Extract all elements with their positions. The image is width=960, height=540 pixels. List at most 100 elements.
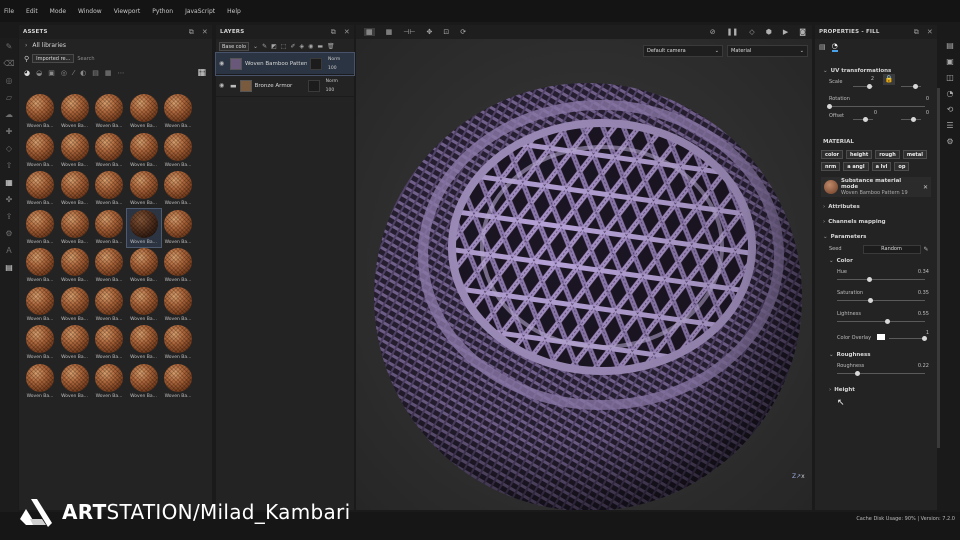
3d-view-icon[interactable]: ⬢ <box>766 28 772 36</box>
alphas-filter-icon[interactable]: ◐ <box>80 69 86 77</box>
roughness-slider[interactable] <box>837 371 925 376</box>
add-folder-icon[interactable]: ▬ <box>317 43 323 50</box>
asset-thumbnail[interactable]: Woven Ba... <box>161 209 195 247</box>
add-generator-icon[interactable]: ⬚ <box>281 43 287 50</box>
asset-thumbnail[interactable]: Woven Ba... <box>23 170 57 208</box>
3d-viewport[interactable]: ▦ ▦ ⊣⊢ ✥ ⊡ ⟳ ⊘ ❚❚ ◇ ⬢ ▶ ◙ Default camera… <box>356 25 812 510</box>
menu-python[interactable]: Python <box>152 8 173 15</box>
frame-icon[interactable]: ⊡ <box>443 28 449 36</box>
material-channel-rough[interactable]: rough <box>875 150 900 159</box>
menu-viewport[interactable]: Viewport <box>114 8 141 15</box>
log-icon[interactable]: ☰ <box>940 118 960 134</box>
undock-icon[interactable]: ⧉ <box>914 28 919 37</box>
eraser-icon[interactable]: ⌫ <box>0 55 18 72</box>
document-icon[interactable]: ▤ <box>0 259 18 276</box>
asset-thumbnail[interactable]: Woven Ba... <box>161 93 195 131</box>
lightness-slider[interactable] <box>837 319 925 324</box>
layer-opacity[interactable]: 100 <box>326 86 338 95</box>
asset-thumbnail[interactable]: Woven Ba... <box>23 132 57 170</box>
layout-split-icon[interactable]: ▦ <box>386 28 393 36</box>
pause-icon[interactable]: ❚❚ <box>727 28 739 36</box>
close-icon[interactable]: ✕ <box>344 28 350 37</box>
camera-reset-icon[interactable]: ⟳ <box>460 28 466 36</box>
add-mask-icon[interactable]: ◩ <box>271 43 277 50</box>
asset-thumbnail[interactable]: Woven Ba... <box>127 247 161 285</box>
layer-opacity[interactable]: 100 <box>328 64 340 73</box>
offset-y-slider[interactable] <box>901 117 921 122</box>
substance-material-card[interactable]: Substance material mode Woven Bamboo Pat… <box>821 177 931 197</box>
shelf-icon[interactable]: ▦ <box>0 174 18 191</box>
export-icon[interactable]: ⇪ <box>0 208 18 225</box>
chevron-down-icon[interactable]: ⌄ <box>253 43 258 50</box>
asset-thumbnail[interactable]: Woven Ba... <box>58 132 92 170</box>
scale-slider[interactable] <box>853 84 873 89</box>
camera-icon[interactable]: ▶ <box>783 28 788 36</box>
asset-thumbnail[interactable]: Woven Ba... <box>92 286 126 324</box>
paint-brush-icon[interactable]: ✎ <box>0 38 18 55</box>
saturation-slider[interactable] <box>837 298 925 303</box>
camera-select[interactable]: Default camera ⌄ <box>643 45 723 57</box>
rendered-woven-sphere[interactable] <box>356 25 812 510</box>
slider-knob[interactable] <box>922 336 927 341</box>
rotation-slider[interactable] <box>827 104 925 109</box>
procedurals-filter-icon[interactable]: ◎ <box>61 69 67 77</box>
asset-thumbnail[interactable]: Woven Ba... <box>161 170 195 208</box>
asset-thumbnail[interactable]: Woven Ba... <box>92 363 126 401</box>
close-icon[interactable]: ✕ <box>927 28 933 37</box>
slider-knob[interactable] <box>913 84 918 89</box>
asset-thumbnail[interactable]: Woven Ba... <box>23 363 57 401</box>
asset-thumbnail[interactable]: Woven Ba... <box>92 209 126 247</box>
roughness-group[interactable]: ⌄ Roughness <box>815 349 937 361</box>
grunges-filter-icon[interactable]: ▤ <box>92 69 99 77</box>
asset-thumbnail[interactable]: Woven Ba... <box>58 170 92 208</box>
texture-set-settings-icon[interactable]: ▣ <box>940 54 960 70</box>
text-icon[interactable]: Ａ <box>0 242 18 259</box>
textures-filter-icon[interactable]: ▣ <box>48 69 55 77</box>
search-input[interactable]: Search <box>77 56 94 62</box>
menu-file[interactable]: File <box>4 8 14 15</box>
layer-mask-slot[interactable] <box>307 79 320 92</box>
asset-thumbnail[interactable]: Woven Ba... <box>23 247 57 285</box>
attributes-section[interactable]: › Attributes <box>815 201 937 213</box>
grid-view-icon[interactable]: ▦ <box>197 68 206 78</box>
material-channel-a-angl[interactable]: a angl <box>843 162 869 171</box>
more-filter-icon[interactable]: ⋯ <box>117 69 124 77</box>
visibility-eye-icon[interactable]: ◉ <box>219 60 227 67</box>
asset-thumbnail[interactable]: Woven Ba... <box>92 132 126 170</box>
delete-icon[interactable]: 🗑 <box>327 43 335 50</box>
channel-select[interactable]: Base colo <box>219 41 250 51</box>
menu-window[interactable]: Window <box>78 8 102 15</box>
asset-thumbnail[interactable]: Woven Ba... <box>92 247 126 285</box>
material-channel-metal[interactable]: metal <box>902 150 927 159</box>
display-settings-icon[interactable]: ◔ <box>940 86 960 102</box>
polygon-fill-icon[interactable]: ▱ <box>0 89 18 106</box>
brushes-filter-icon[interactable]: ⁄ <box>73 69 74 77</box>
2d-view-icon[interactable]: ◇ <box>749 28 754 36</box>
scale-slider-y[interactable] <box>901 84 921 89</box>
height-group[interactable]: › Height <box>815 384 937 396</box>
menu-javascript[interactable]: JavaScript <box>185 8 215 15</box>
layout-single-icon[interactable]: ▦ <box>364 28 375 36</box>
material-channel-color[interactable]: color <box>821 150 844 159</box>
color-group[interactable]: ⌄ Color <box>815 255 937 267</box>
seed-field[interactable]: Random <box>862 244 921 254</box>
asset-thumbnail[interactable]: Woven Ba... <box>92 324 126 362</box>
picker-icon[interactable]: ◇ <box>0 140 18 157</box>
history-icon[interactable]: ⟲ <box>940 102 960 118</box>
overlay-color-swatch[interactable] <box>877 334 885 340</box>
close-icon[interactable]: ✕ <box>202 28 208 37</box>
asset-thumbnail[interactable]: Woven Ba... <box>92 170 126 208</box>
asset-thumbnail[interactable]: Woven Ba... <box>23 324 57 362</box>
overlay-slider[interactable] <box>889 336 927 341</box>
close-icon[interactable]: ✕ <box>923 184 928 191</box>
asset-thumbnail[interactable]: Woven Ba... <box>127 132 161 170</box>
add-fill-layer-icon[interactable]: ◈ <box>299 43 304 50</box>
symmetry-icon[interactable]: ⊣⊢ <box>403 28 415 36</box>
material-channel-height[interactable]: height <box>846 150 873 159</box>
offset-x-slider[interactable] <box>853 117 873 122</box>
material-channel-nrm[interactable]: nrm <box>821 162 841 171</box>
material-channel-op[interactable]: op <box>894 162 910 171</box>
material-channel-a-lvl[interactable]: a lvl <box>871 162 892 171</box>
add-paint-layer-icon[interactable]: ✐ <box>290 43 295 50</box>
asset-thumbnail[interactable]: Woven Ba... <box>161 132 195 170</box>
